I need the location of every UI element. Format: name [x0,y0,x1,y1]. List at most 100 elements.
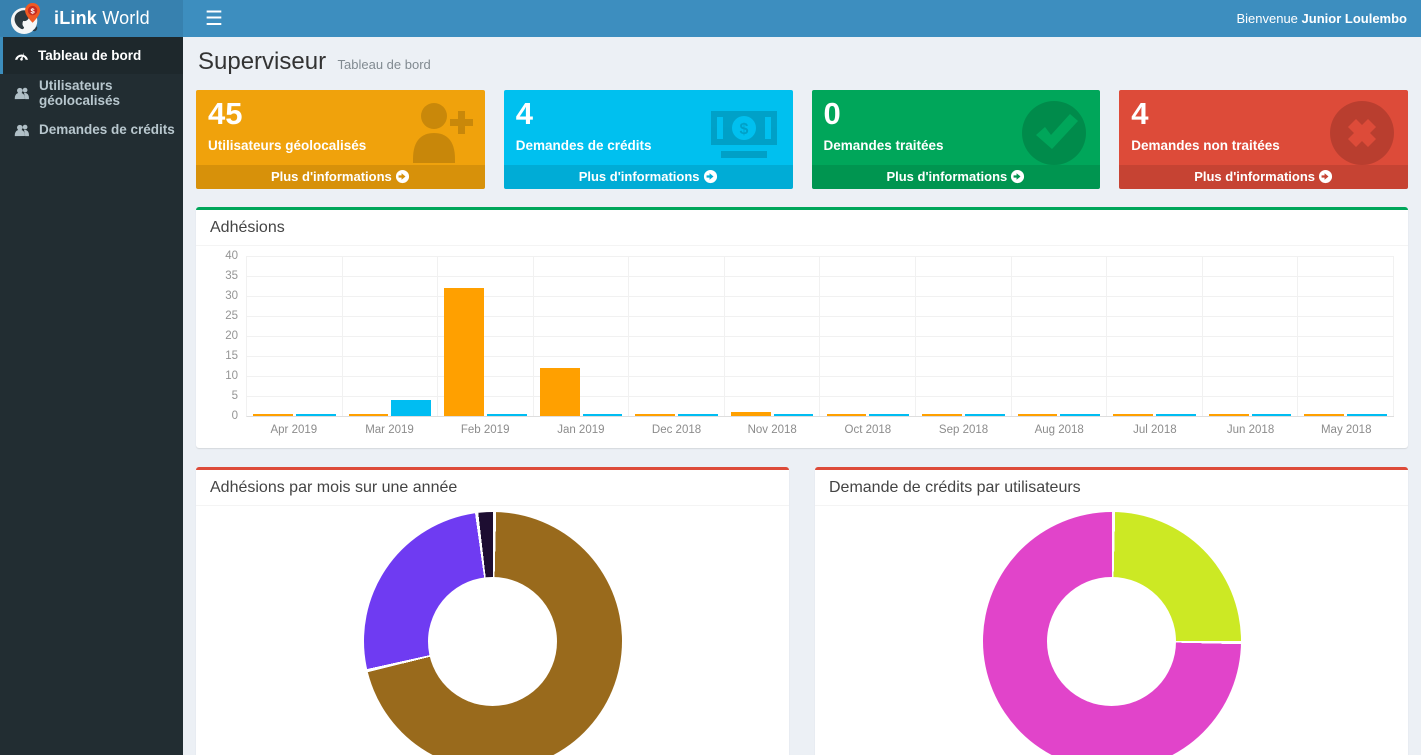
info-box-label: Demandes non traitées [1131,138,1396,153]
users-icon [14,85,30,100]
panel-title: Adhésions par mois sur une année [196,470,789,506]
sidebar-item-label: Tableau de bord [38,48,141,63]
more-info-link[interactable]: Plus d'informations [1119,165,1408,189]
info-box-inner: 0 Demandes traitées [812,90,1101,165]
info-box-value: 4 [516,97,781,131]
bar-group [1107,256,1203,416]
brand-name-light: World [102,8,150,28]
arrow-right-circle-icon [395,169,410,184]
bar [540,368,580,416]
info-box-demandes-de-credits: $ 4 Demandes de crédits Plus d'informati… [504,90,793,189]
info-box-value: 45 [208,97,473,131]
info-box-inner: 4 Demandes de crédits [504,90,793,165]
panel-title: Adhésions [196,210,1408,246]
more-info-label: Plus d'informations [271,169,392,184]
sidebar-item-label: Utilisateurs géolocalisés [39,78,183,108]
bar [1252,414,1292,416]
y-tick-label: 40 [225,250,238,262]
bar-group [1012,256,1108,416]
bar [253,414,293,416]
bar [487,414,527,416]
bar-group [1203,256,1299,416]
bar [349,414,389,416]
top-navbar: $ iLink World ☰ Bienvenue Junior Loulemb… [0,0,1421,37]
y-tick-label: 15 [225,350,238,362]
welcome-username: Junior Loulembo [1302,11,1407,26]
x-tick-label: Dec 2018 [629,417,725,436]
x-tick-label: May 2018 [1298,417,1394,436]
bar [1113,414,1153,416]
y-tick-label: 25 [225,310,238,322]
sidebar-item-utilisateurs-geolocalises[interactable]: Utilisateurs géolocalisés [0,74,183,111]
info-box-row: 45 Utilisateurs géolocalisés Plus d'info… [196,90,1408,189]
bar [965,414,1005,416]
y-tick-label: 35 [225,270,238,282]
donut-ring [364,512,622,755]
bar [1018,414,1058,416]
info-box-demandes-traitees: 0 Demandes traitées Plus d'informations [812,90,1101,189]
bar-group [438,256,534,416]
adhesions-par-mois-panel: Adhésions par mois sur une année [196,467,789,755]
bar-group [820,256,916,416]
bar-group [247,256,343,416]
x-tick-label: Jul 2018 [1107,417,1203,436]
sidebar-item-demandes-de-credits[interactable]: Demandes de crédits [0,111,183,148]
info-box-label: Utilisateurs géolocalisés [208,138,473,153]
content-header: Superviseur Tableau de bord [198,48,1406,76]
x-tick-label: Feb 2019 [437,417,533,436]
bar-chart-xlabels: Apr 2019Mar 2019Feb 2019Jan 2019Dec 2018… [246,417,1394,436]
page-title: Superviseur [198,48,326,75]
donut-ring [983,512,1241,755]
bar [1209,414,1249,416]
info-box-demandes-non-traitees: 4 Demandes non traitées Plus d'informati… [1119,90,1408,189]
bar-group [343,256,439,416]
bar [774,414,814,416]
panel-title: Demande de crédits par utilisateurs [815,470,1408,506]
main-content: Superviseur Tableau de bord 45 Utilisate… [183,37,1421,755]
bar-group [629,256,725,416]
more-info-link[interactable]: Plus d'informations [196,165,485,189]
bar-chart: 0510152025303540 Apr 2019Mar 2019Feb 201… [196,246,1408,448]
bar [1304,414,1344,416]
more-info-label: Plus d'informations [1194,169,1315,184]
donut-chart-credits [815,506,1408,755]
arrow-right-circle-icon [1010,169,1025,184]
bar [635,414,675,416]
brand-name-bold: iLink [54,8,97,28]
welcome-prefix: Bienvenue [1236,11,1297,26]
bar [922,414,962,416]
bar-group [534,256,630,416]
bar [1156,414,1196,416]
y-tick-label: 20 [225,330,238,342]
demande-credits-panel: Demande de crédits par utilisateurs [815,467,1408,755]
more-info-link[interactable]: Plus d'informations [812,165,1101,189]
brand-logo[interactable]: $ iLink World [0,0,183,37]
more-info-link[interactable]: Plus d'informations [504,165,793,189]
info-box-value: 4 [1131,97,1396,131]
info-box-inner: 45 Utilisateurs géolocalisés [196,90,485,165]
bar [869,414,909,416]
globe-pin-icon: $ [10,2,42,36]
sidebar-toggle-icon[interactable]: ☰ [197,5,231,33]
x-tick-label: Aug 2018 [1011,417,1107,436]
x-tick-label: Nov 2018 [724,417,820,436]
info-box-value: 0 [824,97,1089,131]
info-box-label: Demandes de crédits [516,138,781,153]
welcome-user[interactable]: Bienvenue Junior Loulembo [1236,11,1407,26]
info-box-label: Demandes traitées [824,138,1089,153]
x-tick-label: Sep 2018 [916,417,1012,436]
arrow-right-circle-icon [1318,169,1333,184]
bar [678,414,718,416]
x-tick-label: Oct 2018 [820,417,916,436]
x-tick-label: Apr 2019 [246,417,342,436]
bar [296,414,336,416]
info-box-inner: 4 Demandes non traitées [1119,90,1408,165]
sidebar-item-tableau-de-bord[interactable]: Tableau de bord [0,37,183,74]
bar [1060,414,1100,416]
bar [583,414,623,416]
brand-name: iLink World [54,8,150,29]
arrow-right-circle-icon [703,169,718,184]
bar [444,288,484,416]
bar [731,412,771,416]
bar-chart-yaxis: 0510152025303540 [210,256,240,416]
